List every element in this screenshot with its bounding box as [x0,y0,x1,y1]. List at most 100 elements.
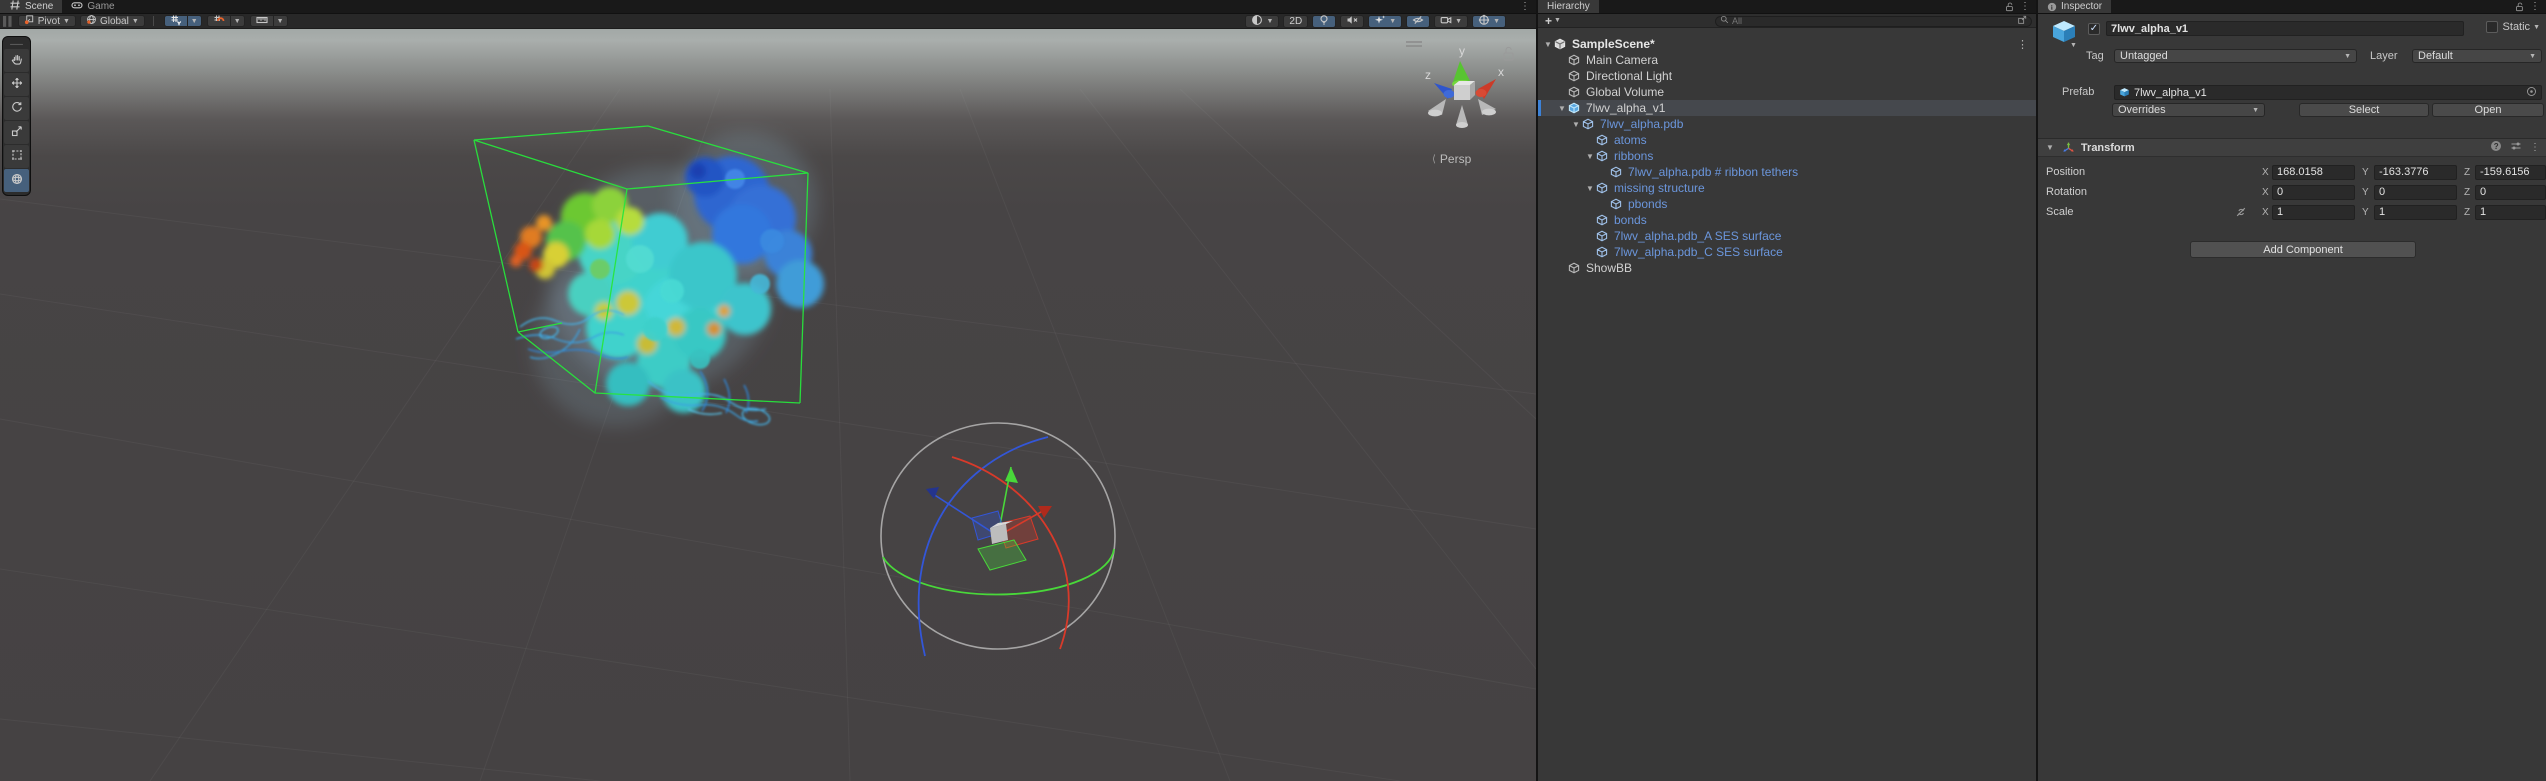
visibility-toggle-button[interactable] [1406,15,1430,28]
projection-toggle[interactable]: ⟨ Persp [1432,152,1471,166]
position-x-input[interactable] [2277,166,2350,178]
hierarchy-item[interactable]: 7lwv_alpha.pdb # ribbon tethers [1538,164,2036,180]
link-broken-icon[interactable] [2235,206,2247,218]
rotation-y-field[interactable] [2374,185,2457,200]
move-tool-button[interactable] [4,73,29,96]
hierarchy-item[interactable]: Directional Light [1538,68,2036,84]
shading-mode-button[interactable]: ▼ [1245,15,1279,28]
hierarchy-item[interactable]: ▼missing structure [1538,180,2036,196]
hierarchy-search-input[interactable] [1732,16,2014,26]
unlock-icon[interactable] [2514,1,2524,12]
pivot-button[interactable]: Pivot ▼ [18,15,76,27]
tools-drag-handle[interactable]: ── [4,39,29,48]
rect-tool-button[interactable] [4,145,29,168]
hierarchy-menu-kebab-icon[interactable]: ⋮ [2020,1,2030,12]
foldout-arrow-icon[interactable]: ▼ [2046,143,2054,152]
gameobject-name-field[interactable] [2106,21,2464,36]
scale-x-field[interactable] [2272,205,2355,220]
2d-toggle-button[interactable]: 2D [1283,15,1308,28]
layer-dropdown[interactable]: Default ▼ [2412,49,2542,63]
hierarchy-item[interactable]: 7lwv_alpha.pdb_C SES surface [1538,244,2036,260]
transform-component-header[interactable]: ▼ Transform ? ⋮ [2038,138,2546,157]
rotation-y-input[interactable] [2379,186,2452,198]
transform-gizmo[interactable] [881,423,1115,656]
hierarchy-item[interactable]: atoms [1538,132,2036,148]
position-z-input[interactable] [2480,166,2541,178]
effects-toggle-button[interactable]: ▼ [1368,15,1402,28]
measure-dropdown[interactable]: ▼ [274,15,288,27]
hierarchy-item[interactable]: pbonds [1538,196,2036,212]
component-kebab-icon[interactable]: ⋮ [2530,142,2540,153]
unlock-icon[interactable] [2004,1,2014,12]
overrides-dropdown[interactable]: Overrides ▼ [2112,103,2265,117]
scene-menu-kebab-icon[interactable]: ⋮ [1520,1,1530,12]
transform-tool-button[interactable] [4,169,29,192]
scale-x-input[interactable] [2277,206,2350,218]
position-x-field[interactable] [2272,165,2355,180]
scene-orientation-gizmo[interactable]: y z x ⟨ Persp [1398,37,1528,182]
tab-hierarchy[interactable]: Hierarchy [1538,0,1599,13]
rotation-z-input[interactable] [2480,186,2541,198]
handle-rotation-button[interactable]: Global ▼ [80,15,145,27]
tab-game[interactable]: Game [62,0,123,13]
foldout-arrow-icon[interactable]: ▼ [1584,184,1596,193]
scale-tool-button[interactable] [4,121,29,144]
camera-toggle-button[interactable]: ▼ [1434,15,1468,28]
foldout-arrow-icon[interactable]: ▼ [1556,104,1568,113]
scene-viewport[interactable]: ── y z x ⟨ [0,29,1536,781]
add-component-button[interactable]: Add Component [2190,241,2416,258]
position-z-field[interactable] [2475,165,2546,180]
increment-snap-dropdown[interactable]: ▼ [231,15,245,27]
static-checkbox[interactable] [2486,21,2498,33]
help-icon[interactable]: ? [2490,140,2502,155]
presets-icon[interactable] [2510,140,2522,155]
hierarchy-item[interactable]: ▼7lwv_alpha.pdb [1538,116,2036,132]
scale-z-input[interactable] [2480,206,2541,218]
object-picker-icon[interactable] [2526,86,2537,100]
hierarchy-item[interactable]: 7lwv_alpha.pdb_A SES surface [1538,228,2036,244]
chevron-down-icon[interactable]: ▼ [2070,42,2077,49]
scene-kebab-icon[interactable]: ⋮ [2017,38,2028,51]
foldout-arrow-icon[interactable]: ▼ [1542,40,1554,49]
toolbar-grip-icon[interactable]: ▌▌ [3,16,14,26]
scale-y-input[interactable] [2379,206,2452,218]
rotation-x-input[interactable] [2277,186,2350,198]
grid-snap-dropdown[interactable]: ▼ [188,15,202,27]
hierarchy-item[interactable]: ▼SampleScene*⋮ [1538,36,2036,52]
rotation-x-field[interactable] [2272,185,2355,200]
hierarchy-item[interactable]: ▼7lwv_alpha_v1 [1538,100,2036,116]
increment-snap-button[interactable] [207,15,231,27]
hierarchy-item[interactable]: Global Volume [1538,84,2036,100]
foldout-arrow-icon[interactable]: ▼ [1584,152,1596,161]
window-picker-icon[interactable] [2017,15,2027,28]
open-button[interactable]: Open [2432,103,2544,117]
position-y-field[interactable] [2374,165,2457,180]
measure-button[interactable] [250,15,274,27]
tag-dropdown[interactable]: Untagged ▼ [2114,49,2357,63]
tab-inspector[interactable]: i Inspector [2038,0,2111,13]
scale-z-field[interactable] [2475,205,2546,220]
hierarchy-item[interactable]: Main Camera [1538,52,2036,68]
active-checkbox[interactable]: ✓ [2088,23,2100,35]
rotation-z-field[interactable] [2475,185,2546,200]
prefab-object-field[interactable]: 7lwv_alpha_v1 [2114,85,2542,100]
gizmos-toggle-button[interactable]: ▼ [1472,15,1506,28]
hierarchy-item[interactable]: ▼ribbons [1538,148,2036,164]
scale-y-field[interactable] [2374,205,2457,220]
gameobject-name-input[interactable] [2111,23,2459,35]
tab-scene[interactable]: Scene [0,0,62,13]
audio-toggle-button[interactable] [1340,15,1364,28]
lighting-toggle-button[interactable] [1312,15,1336,28]
grid-snap-button[interactable] [164,15,188,27]
rotate-tool-button[interactable] [4,97,29,120]
chevron-down-icon[interactable]: ▼ [2533,24,2540,31]
hierarchy-item[interactable]: bonds [1538,212,2036,228]
foldout-arrow-icon[interactable]: ▼ [1570,120,1582,129]
chevron-down-icon[interactable]: ▼ [1554,17,1561,24]
select-button[interactable]: Select [2299,103,2429,117]
add-gameobject-button[interactable]: + [1545,14,1552,28]
hierarchy-item[interactable]: ShowBB [1538,260,2036,276]
inspector-menu-kebab-icon[interactable]: ⋮ [2530,1,2540,12]
hierarchy-search[interactable] [1715,16,2032,27]
view-tool-button[interactable] [4,49,29,72]
